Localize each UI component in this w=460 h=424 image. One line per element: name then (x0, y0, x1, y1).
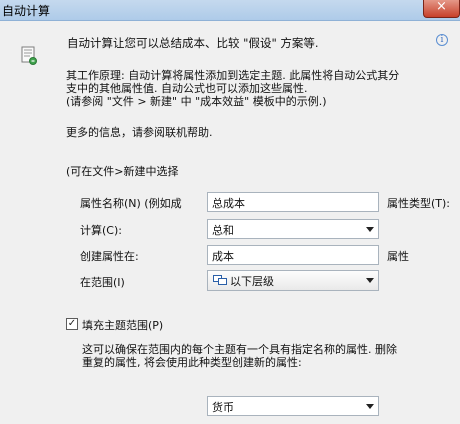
fill-desc-line-2: 重复的属性, 将会使用此种类型创建新的属性: (82, 356, 302, 369)
chevron-down-icon (366, 227, 374, 232)
more-info-text: 更多的信息，请参阅联机帮助. (66, 126, 213, 139)
window-title: 自动计算 (2, 4, 51, 18)
chevron-down-icon (366, 278, 374, 283)
principle-line-3: (请参阅 "文件 > 新建" 中 "成本效益" 模板中的示例.) (66, 95, 327, 108)
info-icon[interactable]: i (436, 34, 448, 46)
property-suffix-label: 属性 (387, 250, 409, 263)
section-label: (可在文件>新建中选择 (66, 165, 179, 178)
create-property-input[interactable]: 成本 (207, 245, 379, 265)
currency-select[interactable]: 货币 (207, 396, 379, 416)
calculate-select[interactable]: 总和 (207, 219, 379, 239)
level-icon (213, 275, 227, 285)
chevron-down-icon (366, 404, 374, 409)
intro-heading: 自动计算让您可以总结成本、比较 "假设" 方案等. (67, 36, 319, 50)
scope-select-value: 以下层级 (230, 275, 274, 288)
fill-scope-label[interactable]: 填充主题范围(P) (82, 317, 163, 333)
scope-select[interactable]: 以下层级 (207, 270, 379, 291)
scope-label: 在范围(I) (80, 276, 125, 289)
calculate-select-value: 总和 (212, 224, 234, 237)
property-name-label: 属性名称(N) (例如成 (80, 197, 182, 210)
currency-select-value: 货币 (212, 401, 234, 414)
property-type-label: 属性类型(T): (387, 197, 451, 210)
fill-scope-checkbox[interactable]: ✓ (66, 318, 78, 330)
create-property-label: 创建属性在: (80, 250, 139, 263)
calculation-document-icon (21, 46, 37, 65)
close-button[interactable]: × (423, 0, 460, 18)
property-name-input[interactable]: 总成本 (207, 192, 379, 212)
title-bar: 自动计算 × (0, 0, 460, 21)
calculate-label: 计算(C): (80, 224, 122, 237)
